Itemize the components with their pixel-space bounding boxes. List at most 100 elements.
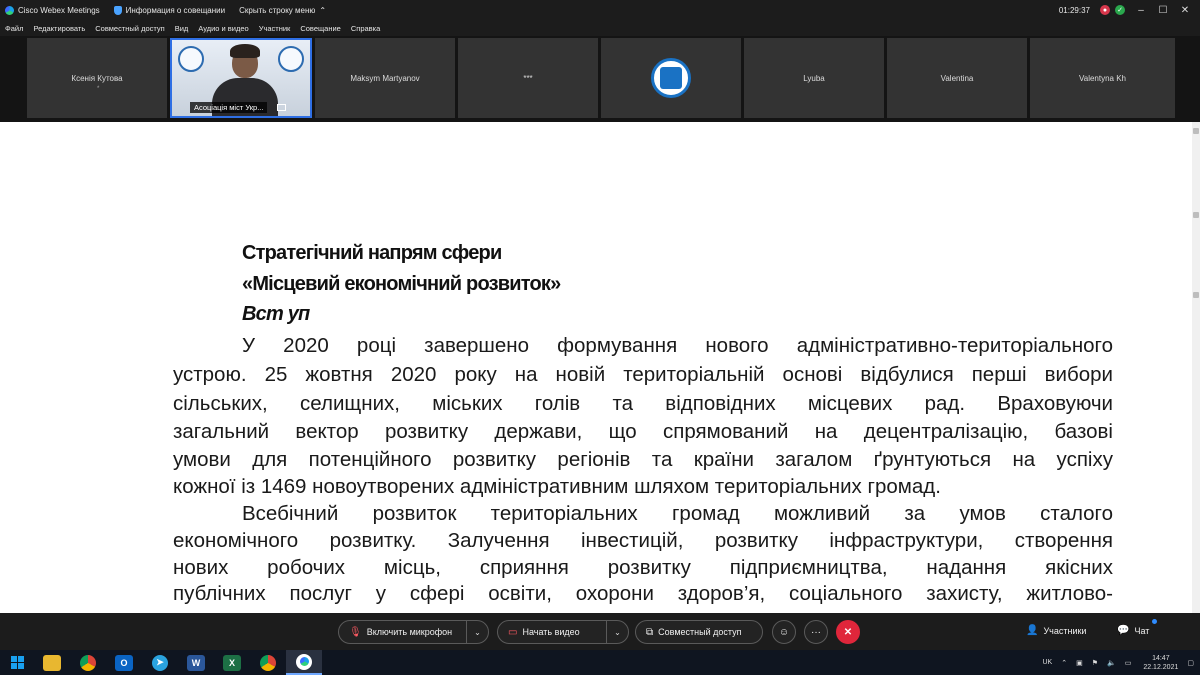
battery-icon[interactable]: ▭ — [1125, 659, 1132, 667]
outlook-icon: O — [115, 654, 133, 671]
menu-participant[interactable]: Участник — [259, 24, 291, 33]
taskbar-chrome[interactable] — [70, 650, 106, 675]
participant-tile[interactable]: Valentyna Kh — [1030, 38, 1175, 118]
more-options-button[interactable]: ··· — [804, 620, 828, 644]
system-tray: UK ⌃ ▣ ⚑ 🔈 ▭ 14:47 22.12.2021 ▢ — [1033, 650, 1194, 675]
doc-line: кожної із 1469 новоутворених адміністрат… — [173, 475, 941, 498]
scroll-marker — [1193, 128, 1199, 134]
participant-tile[interactable]: Lyuba — [744, 38, 884, 118]
shared-document: Стратегічний напрям сфери «Місцевий екон… — [0, 122, 1200, 613]
participant-name: Ксенія Кутова — [71, 73, 123, 83]
share-label: Совместный доступ — [658, 627, 742, 637]
webex-window: Cisco Webex Meetings Информация о совеща… — [0, 0, 1200, 675]
volume-icon[interactable]: 🔈 — [1107, 659, 1116, 667]
clock-time: 14:47 — [1152, 654, 1170, 662]
taskbar-excel[interactable]: X — [214, 650, 250, 675]
doc-heading-intro: Вст уп — [242, 303, 310, 325]
association-logo-icon — [278, 46, 304, 72]
share-button[interactable]: ⧉ Совместный доступ — [635, 620, 763, 644]
network-icon[interactable]: ▣ — [1076, 659, 1083, 667]
app-name: Cisco Webex Meetings — [18, 5, 100, 15]
chat-icon: 💬 — [1117, 625, 1130, 636]
meeting-info-button[interactable]: Информация о совещании — [113, 5, 226, 15]
participant-tile[interactable]: *** — [458, 38, 598, 118]
start-video-button[interactable]: ▭ Начать видео ⌄ — [497, 620, 629, 644]
flag-icon[interactable]: ⚑ — [1092, 659, 1098, 667]
menu-share[interactable]: Совместный доступ — [95, 24, 164, 33]
hide-menu-label: Скрыть строку меню — [239, 5, 316, 15]
excel-icon: X — [223, 654, 241, 671]
association-logo-icon — [178, 46, 204, 72]
participant-name: Lyuba — [803, 73, 825, 83]
language-indicator[interactable]: UK — [1042, 659, 1052, 666]
chat-panel-button[interactable]: 💬 Чат — [1117, 625, 1149, 636]
unmute-button[interactable]: 🎙 Включить микрофон ⌄ — [338, 620, 489, 644]
chevron-down-icon[interactable]: ⌄ — [466, 621, 488, 643]
meeting-info-label: Информация о совещании — [125, 5, 226, 15]
participant-status: * — [97, 86, 100, 92]
participants-label: Участники — [1043, 625, 1087, 636]
screen-share-icon — [277, 104, 286, 111]
doc-line: Всебічний розвиток територіальних громад… — [242, 502, 1113, 525]
menu-help[interactable]: Справка — [351, 24, 380, 33]
hide-menu-button[interactable]: Скрыть строку меню ⌃ — [239, 6, 326, 15]
smile-icon: ☺ — [778, 626, 790, 638]
start-button[interactable] — [0, 650, 34, 675]
taskbar-clock[interactable]: 14:47 22.12.2021 — [1143, 654, 1178, 672]
close-icon: ✕ — [843, 626, 853, 638]
start-video-label: Начать видео — [522, 627, 580, 637]
document-scrollbar[interactable] — [1192, 122, 1200, 613]
taskbar-webex[interactable] — [286, 650, 322, 675]
maximize-icon[interactable]: ☐ — [1152, 5, 1174, 16]
recording-icon[interactable]: ● — [1100, 5, 1110, 15]
taskbar-chrome-2[interactable] — [250, 650, 286, 675]
taskbar-word[interactable]: W — [178, 650, 214, 675]
participants-icon: 👤 — [1026, 625, 1039, 636]
reactions-button[interactable]: ☺ — [772, 620, 796, 644]
connection-icon[interactable]: ✓ — [1115, 5, 1125, 15]
menu-bar: Файл Редактировать Совместный доступ Вид… — [0, 20, 1200, 36]
webex-logo-icon — [5, 5, 14, 15]
association-avatar-icon — [651, 58, 691, 98]
doc-line: умови для потенційного розвитку регіонів… — [173, 448, 1113, 471]
chevron-down-icon[interactable]: ⌄ — [606, 621, 628, 643]
chat-label: Чат — [1134, 625, 1150, 636]
menu-meeting[interactable]: Совещание — [300, 24, 341, 33]
chevron-up-icon[interactable]: ⌃ — [1061, 659, 1067, 667]
telegram-icon: ➤ — [152, 654, 168, 671]
menu-audio-video[interactable]: Аудио и видео — [198, 24, 248, 33]
close-icon[interactable]: ✕ — [1174, 5, 1196, 16]
participant-name: Maksym Martyanov — [350, 73, 420, 83]
minimize-icon[interactable]: – — [1130, 5, 1152, 16]
taskbar-telegram[interactable]: ➤ — [142, 650, 178, 675]
participant-tile[interactable]: Valentina — [887, 38, 1027, 118]
app-title: Cisco Webex Meetings — [0, 5, 100, 15]
participant-name: *** — [523, 73, 533, 83]
participants-strip: Ксенія Кутова * Асоціація міст Укр... Ma… — [0, 36, 1200, 122]
doc-line: публічних послуг у сфері освіти, охорони… — [173, 582, 1113, 605]
word-icon: W — [187, 654, 205, 671]
folder-icon — [43, 654, 61, 671]
participants-panel-button[interactable]: 👤 Участники — [1026, 625, 1086, 636]
active-speaker-tile[interactable]: Асоціація міст Укр... — [170, 38, 312, 118]
doc-line: нових робочих місць, сприяння розвитку п… — [173, 556, 1113, 579]
menu-edit[interactable]: Редактировать — [33, 24, 85, 33]
doc-line: устрою. 25 жовтня 2020 року на новій тер… — [173, 363, 1113, 386]
taskbar-outlook[interactable]: O — [106, 650, 142, 675]
title-bar-right: 01:29:37 ● ✓ – ☐ ✕ — [1059, 0, 1196, 20]
menu-view[interactable]: Вид — [175, 24, 189, 33]
unmute-label: Включить микрофон — [366, 627, 453, 637]
speaker-hair — [230, 44, 260, 58]
leave-meeting-button[interactable]: ✕ — [836, 620, 860, 644]
shield-icon — [113, 5, 122, 15]
notifications-icon[interactable]: ▢ — [1187, 659, 1194, 667]
windows-logo-icon — [10, 656, 24, 669]
menu-file[interactable]: Файл — [5, 24, 23, 33]
participant-tile[interactable]: Ксенія Кутова * — [27, 38, 167, 118]
doc-line: сільських, селищних, міських голів та ві… — [173, 392, 1113, 415]
chrome-icon — [80, 654, 96, 671]
participant-tile[interactable]: Maksym Martyanov — [315, 38, 455, 118]
participant-tile[interactable] — [601, 38, 741, 118]
taskbar-explorer[interactable] — [34, 650, 70, 675]
participant-name: Valentyna Kh — [1079, 73, 1126, 83]
